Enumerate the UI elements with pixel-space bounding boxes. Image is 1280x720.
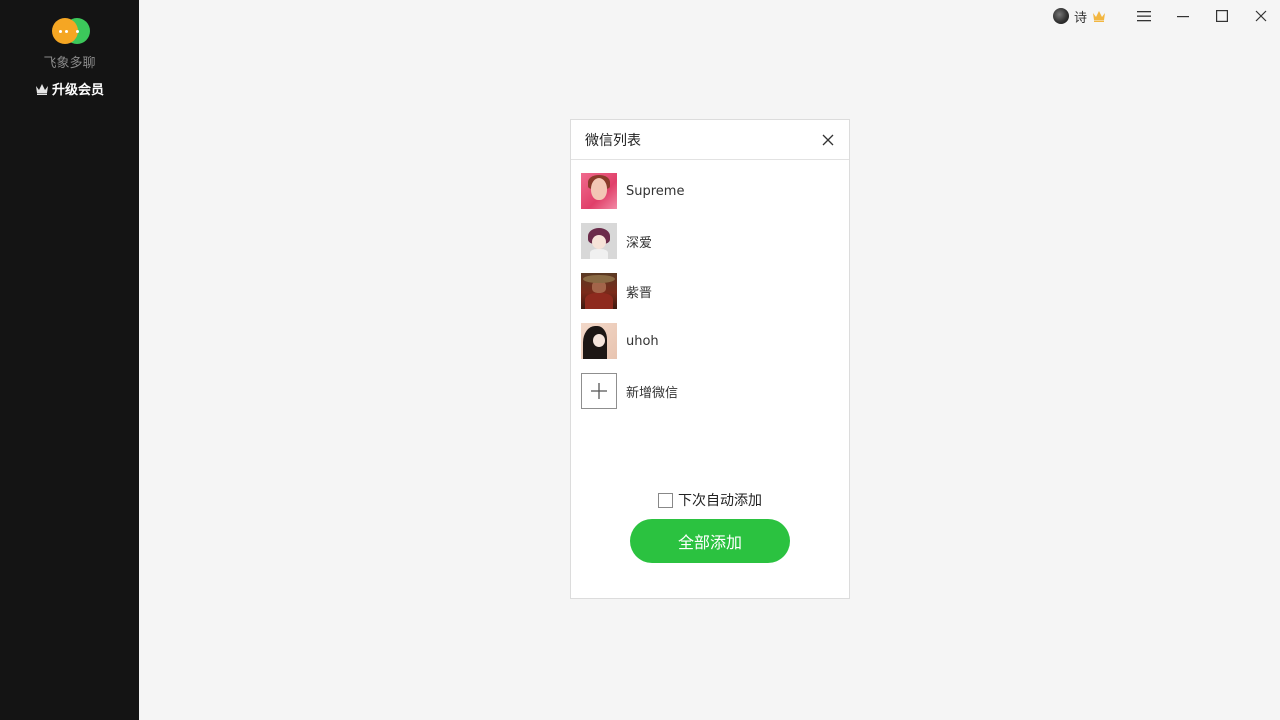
auto-add-option: 下次自动添加 (571, 490, 849, 510)
window-close-button[interactable] (1241, 0, 1280, 32)
wechat-list-dialog: 微信列表 Supreme 深爱 紫晋 uhoh 新增微信 下次自动添加 全部添加 (570, 119, 850, 599)
account-name: uhoh (626, 333, 659, 349)
close-icon (822, 134, 834, 145)
close-icon (1255, 10, 1266, 22)
avatar (1052, 8, 1069, 24)
minimize-icon (1176, 16, 1189, 18)
menu-button[interactable] (1124, 0, 1163, 32)
list-item[interactable]: 深爱 (571, 216, 849, 266)
upgrade-label: 升级会员 (51, 83, 104, 98)
crown-icon (35, 83, 48, 95)
app-name: 飞象多聊 (43, 56, 96, 71)
avatar (581, 273, 617, 309)
app-window: 飞象多聊 升级会员 诗 微信列表 Supreme 深爱 紫晋 uhoh 新增微信… (0, 0, 1280, 720)
minimize-button[interactable] (1163, 0, 1202, 32)
maximize-icon (1215, 10, 1228, 22)
dialog-close-button[interactable] (819, 131, 837, 149)
chat-bubbles-icon (50, 18, 90, 46)
avatar (581, 223, 617, 259)
list-item[interactable]: 紫晋 (571, 266, 849, 316)
user-name: 诗 (1073, 10, 1087, 26)
account-name: Supreme (626, 183, 685, 199)
upgrade-membership-button[interactable]: 升级会员 (35, 79, 104, 98)
account-name: 深爱 (626, 235, 653, 251)
avatar (581, 173, 617, 209)
user-profile[interactable]: 诗 (1052, 7, 1106, 26)
sidebar: 飞象多聊 升级会员 (0, 0, 139, 720)
account-list: Supreme 深爱 紫晋 uhoh 新增微信 (571, 160, 849, 416)
hamburger-icon (1136, 11, 1151, 22)
add-all-button[interactable]: 全部添加 (630, 519, 790, 563)
list-item[interactable]: Supreme (571, 166, 849, 216)
maximize-button[interactable] (1202, 0, 1241, 32)
list-item[interactable]: uhoh (571, 316, 849, 366)
auto-add-label[interactable]: 下次自动添加 (678, 490, 762, 510)
dialog-header: 微信列表 (571, 120, 849, 160)
account-name: 紫晋 (626, 285, 653, 301)
auto-add-checkbox[interactable] (658, 492, 673, 508)
add-wechat-label: 新增微信 (626, 385, 679, 401)
dialog-title: 微信列表 (585, 132, 641, 149)
add-wechat-button[interactable]: 新增微信 (571, 366, 849, 416)
title-bar: 诗 (1052, 0, 1280, 32)
avatar (581, 323, 617, 359)
gold-crown-icon (1093, 11, 1105, 22)
plus-icon (581, 373, 617, 409)
